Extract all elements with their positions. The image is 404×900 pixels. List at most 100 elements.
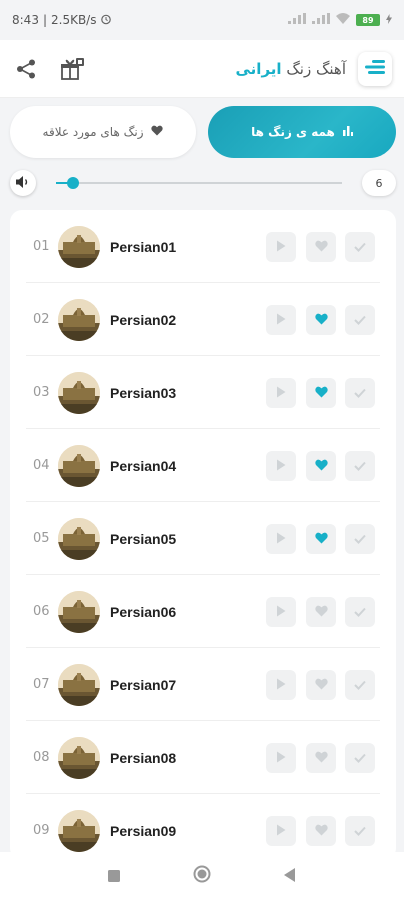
heart-icon xyxy=(314,310,328,329)
ringtone-number: 05 xyxy=(33,531,50,546)
ringtone-thumbnail xyxy=(58,371,100,414)
ringtone-row[interactable]: 06 Persian06 xyxy=(10,575,396,648)
ringtone-row[interactable]: 04 Persian04 xyxy=(10,429,396,502)
favorite-button[interactable] xyxy=(306,523,336,554)
ringtone-name[interactable]: Persian09 xyxy=(110,823,176,839)
signal-icon-2 xyxy=(312,13,330,27)
favorite-button[interactable] xyxy=(306,450,336,481)
gift-icon[interactable] xyxy=(58,55,86,83)
play-icon xyxy=(276,456,286,475)
alarm-icon xyxy=(100,13,112,28)
ringtone-name[interactable]: Persian07 xyxy=(110,677,176,693)
ringtone-number: 03 xyxy=(33,385,50,400)
bars-icon xyxy=(342,125,353,139)
volume-icon xyxy=(15,174,31,193)
play-button[interactable] xyxy=(266,815,296,846)
menu-button[interactable] xyxy=(358,51,392,86)
ringtone-row[interactable]: 03 Persian03 xyxy=(10,356,396,429)
ringtone-row[interactable]: 09 Persian09 xyxy=(10,794,396,860)
heart-icon xyxy=(151,125,164,139)
tab-favorites[interactable]: زنگ های مورد علاقه xyxy=(10,106,196,158)
heart-icon xyxy=(314,821,328,840)
play-button[interactable] xyxy=(266,377,296,408)
signal-icon xyxy=(288,13,306,27)
play-button[interactable] xyxy=(266,450,296,481)
check-icon xyxy=(354,383,366,402)
app-title-accent: ایرانی xyxy=(235,59,282,78)
ringtone-number: 04 xyxy=(33,458,50,473)
play-button[interactable] xyxy=(266,523,296,554)
ringtone-name[interactable]: Persian04 xyxy=(110,458,176,474)
tab-all-label: همه ی زنگ ها xyxy=(251,125,335,139)
favorite-button[interactable] xyxy=(306,231,336,262)
charging-icon xyxy=(386,13,392,27)
ringtone-row[interactable]: 08 Persian08 xyxy=(10,721,396,794)
recents-button[interactable] xyxy=(99,861,129,891)
set-ringtone-button[interactable] xyxy=(345,815,375,846)
check-icon xyxy=(354,748,366,767)
system-nav-bar xyxy=(0,852,404,900)
share-icon[interactable] xyxy=(12,55,40,83)
home-icon xyxy=(193,865,211,887)
ringtone-number: 01 xyxy=(33,239,50,254)
wifi-icon xyxy=(336,13,350,27)
set-ringtone-button[interactable] xyxy=(345,377,375,408)
play-button[interactable] xyxy=(266,231,296,262)
volume-slider[interactable] xyxy=(56,177,342,189)
ringtone-name[interactable]: Persian03 xyxy=(110,385,176,401)
volume-slider-knob[interactable] xyxy=(67,177,80,189)
play-button[interactable] xyxy=(266,669,296,700)
ringtone-row[interactable]: 01 Persian01 xyxy=(10,210,396,283)
ringtone-number: 07 xyxy=(33,677,50,692)
set-ringtone-button[interactable] xyxy=(345,304,375,335)
volume-value: 6 xyxy=(362,170,396,196)
set-ringtone-button[interactable] xyxy=(345,523,375,554)
set-ringtone-button[interactable] xyxy=(345,231,375,262)
play-button[interactable] xyxy=(266,742,296,773)
favorite-button[interactable] xyxy=(306,304,336,335)
ringtone-name[interactable]: Persian02 xyxy=(110,312,176,328)
ringtone-thumbnail xyxy=(58,590,100,633)
play-icon xyxy=(276,602,286,621)
set-ringtone-button[interactable] xyxy=(345,596,375,627)
ringtone-name[interactable]: Persian05 xyxy=(110,531,176,547)
set-ringtone-button[interactable] xyxy=(345,742,375,773)
ringtone-number: 08 xyxy=(33,750,50,765)
heart-icon xyxy=(314,237,328,256)
home-button[interactable] xyxy=(187,861,217,891)
ringtone-thumbnail xyxy=(58,298,100,341)
tab-all-ringtones[interactable]: همه ی زنگ ها xyxy=(208,106,396,158)
favorite-button[interactable] xyxy=(306,596,336,627)
battery-icon: 89 xyxy=(356,14,380,26)
play-icon xyxy=(276,675,286,694)
favorite-button[interactable] xyxy=(306,669,336,700)
play-button[interactable] xyxy=(266,596,296,627)
heart-icon xyxy=(314,456,328,475)
heart-icon xyxy=(314,602,328,621)
favorite-button[interactable] xyxy=(306,377,336,408)
status-bar: 8:43 | 2.5KB/s 89 xyxy=(0,0,404,40)
ringtone-thumbnail xyxy=(58,736,100,779)
ringtone-thumbnail xyxy=(58,225,100,268)
back-icon xyxy=(284,867,296,886)
ringtone-name[interactable]: Persian06 xyxy=(110,604,176,620)
play-button[interactable] xyxy=(266,304,296,335)
check-icon xyxy=(354,237,366,256)
back-button[interactable] xyxy=(275,861,305,891)
ringtone-row[interactable]: 02 Persian02 xyxy=(10,283,396,356)
volume-button[interactable] xyxy=(10,170,36,196)
ringtone-row[interactable]: 07 Persian07 xyxy=(10,648,396,721)
favorite-button[interactable] xyxy=(306,742,336,773)
ringtone-thumbnail xyxy=(58,663,100,706)
tab-bar: زنگ های مورد علاقه همه ی زنگ ها xyxy=(10,106,396,158)
set-ringtone-button[interactable] xyxy=(345,669,375,700)
play-icon xyxy=(276,821,286,840)
check-icon xyxy=(354,456,366,475)
play-icon xyxy=(276,310,286,329)
ringtone-name[interactable]: Persian08 xyxy=(110,750,176,766)
ringtone-row[interactable]: 05 Persian05 xyxy=(10,502,396,575)
set-ringtone-button[interactable] xyxy=(345,450,375,481)
ringtone-name[interactable]: Persian01 xyxy=(110,239,176,255)
favorite-button[interactable] xyxy=(306,815,336,846)
status-speed: 2.5KB/s xyxy=(51,13,97,27)
